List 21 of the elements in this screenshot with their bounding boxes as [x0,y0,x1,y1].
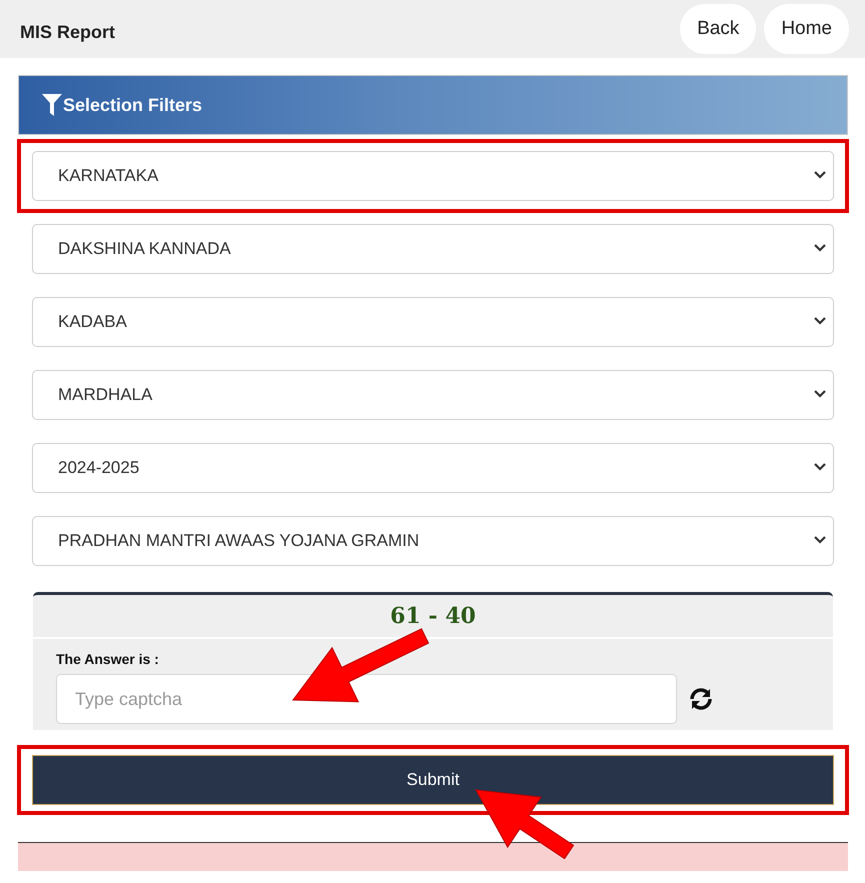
dropdown-field[interactable]: 2024-2025 [32,443,834,493]
chevron-icon [813,170,827,180]
filters-title: Selection Filters [63,94,202,116]
dropdown-field[interactable]: KADABA [32,297,834,347]
chevron-icon [813,462,827,472]
captcha-question: 61 - 40 [390,602,476,630]
chevron-icon [813,389,827,399]
nav-button[interactable]: Back [680,4,756,54]
dropdown-field[interactable]: DAKSHINA KANNADA [32,224,834,274]
page-title: MIS Report [20,20,116,44]
chevron-icon [813,316,827,326]
nav-button[interactable]: Home [764,4,849,54]
dropdown-field[interactable]: MARDHALA [32,370,834,420]
chevron-icon [813,243,827,253]
dropdown-field[interactable]: PRADHAN MANTRI AWAAS YOJANA GRAMIN [32,516,834,566]
submit-button[interactable]: Submit [32,755,834,805]
captcha-input[interactable]: Type captcha [56,674,677,724]
dropdown-field[interactable]: KARNATAKA [32,151,834,201]
filter-icon [41,93,63,117]
chevron-icon [813,535,827,545]
answer-label: The Answer is : [56,650,159,669]
